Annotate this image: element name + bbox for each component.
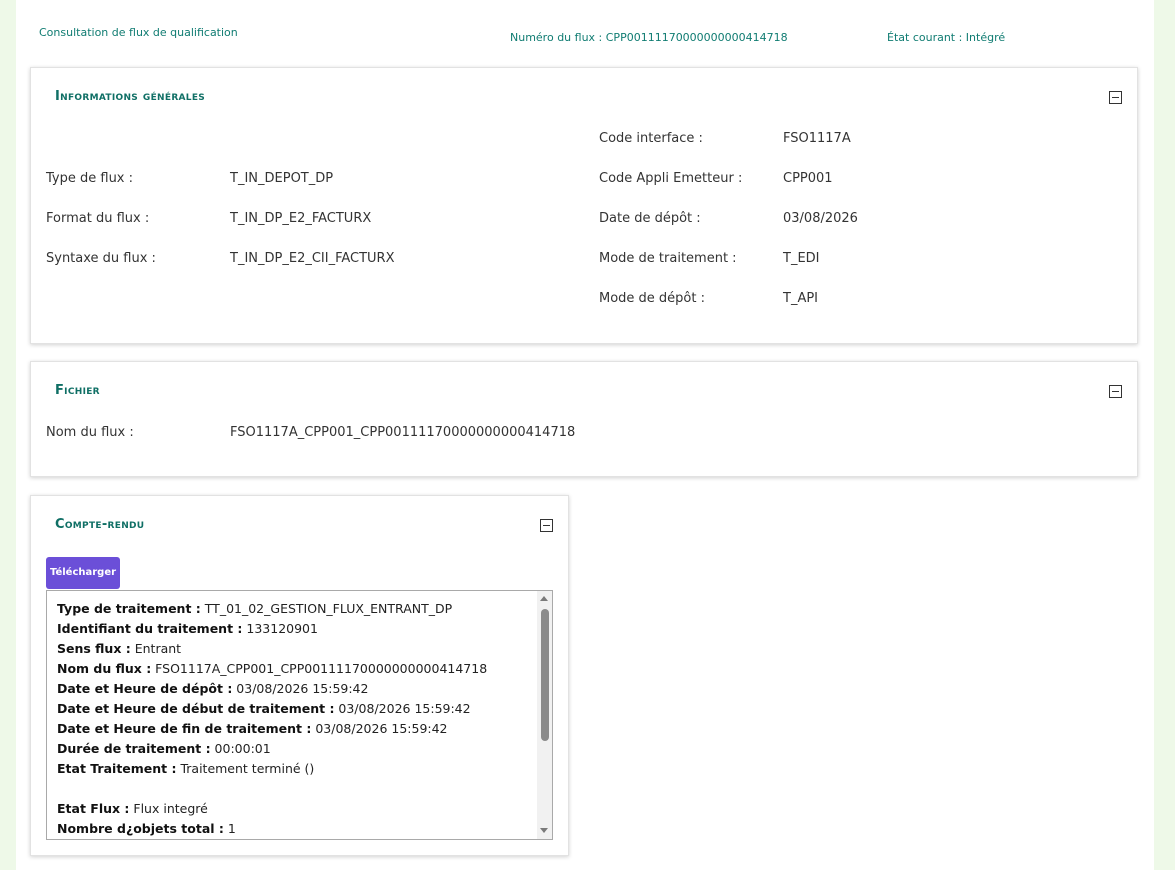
report-line: Durée de traitement : 00:00:01 [57,741,271,756]
field-value-type-flux: T_IN_DEPOT_DP [230,171,334,186]
field-label-syntaxe-flux: Syntaxe du flux : [46,251,156,266]
collapse-general-button[interactable] [1109,91,1122,104]
report-panel: Compte-rendu Télécharger Type de traitem… [30,495,569,856]
report-textarea[interactable]: Type de traitement : TT_01_02_GESTION_FL… [46,590,553,840]
field-label-mode-traitement: Mode de traitement : [599,251,737,266]
scroll-thumb[interactable] [541,609,549,741]
download-button[interactable]: Télécharger [46,557,120,589]
report-title: Compte-rendu [55,517,145,532]
field-value-code-interface: FSO1117A [783,131,851,146]
field-value-date-depot: 03/08/2026 [783,211,858,226]
current-state: État courant : Intégré [887,31,1006,44]
field-label-mode-depot: Mode de dépôt : [599,291,705,306]
report-line: Identifiant du traitement : 133120901 [57,621,318,636]
report-line: Sens flux : Entrant [57,641,182,656]
field-label-nom-flux: Nom du flux : [46,425,134,440]
collapse-report-button[interactable] [540,519,553,532]
field-value-format-flux: T_IN_DP_E2_FACTURX [230,211,372,226]
field-label-type-flux: Type de flux : [46,171,134,186]
field-value-mode-traitement: T_EDI [783,251,820,266]
page: Consultation de flux de qualification Nu… [16,0,1154,870]
report-line: Date et Heure de fin de traitement : 03/… [57,721,448,736]
field-value-mode-depot: T_API [783,291,819,306]
scroll-down-arrow-icon[interactable] [540,828,548,833]
report-line: Date et Heure de dépôt : 03/08/2026 15:5… [57,681,369,696]
general-info-panel: Informations générales Type de flux : T_… [30,67,1138,344]
report-line: Date et Heure de début de traitement : 0… [57,701,471,716]
top-bar: Consultation de flux de qualification Nu… [16,0,1154,60]
scroll-up-arrow-icon[interactable] [540,596,548,601]
collapse-file-button[interactable] [1109,385,1122,398]
field-label-code-appli: Code Appli Emetteur : [599,171,743,186]
field-label-format-flux: Format du flux : [46,211,150,226]
report-line: Type de traitement : TT_01_02_GESTION_FL… [57,601,453,616]
report-line: Nom du flux : FSO1117A_CPP001_CPP0011117… [57,661,488,676]
report-line-blank [57,779,532,799]
page-title: Consultation de flux de qualification [39,26,238,39]
field-value-syntaxe-flux: T_IN_DP_E2_CII_FACTURX [230,251,395,266]
field-value-nom-flux: FSO1117A_CPP001_CPP001111700000000004147… [230,425,576,440]
report-content: Type de traitement : TT_01_02_GESTION_FL… [57,599,532,839]
file-panel: Fichier Nom du flux : FSO1117A_CPP001_CP… [30,361,1138,477]
field-label-date-depot: Date de dépôt : [599,211,701,226]
flux-number: Numéro du flux : CPP00111170000000000414… [510,31,788,44]
general-info-title: Informations générales [55,89,206,104]
field-value-code-appli: CPP001 [783,171,833,186]
report-line: Etat Flux : Flux integré [57,801,208,816]
field-label-code-interface: Code interface : [599,131,703,146]
report-line: Etat Traitement : Traitement terminé () [57,761,315,776]
report-scrollbar[interactable] [537,591,552,839]
file-title: Fichier [55,383,100,398]
report-line: Nombre d¿objets total : 1 [57,821,236,836]
